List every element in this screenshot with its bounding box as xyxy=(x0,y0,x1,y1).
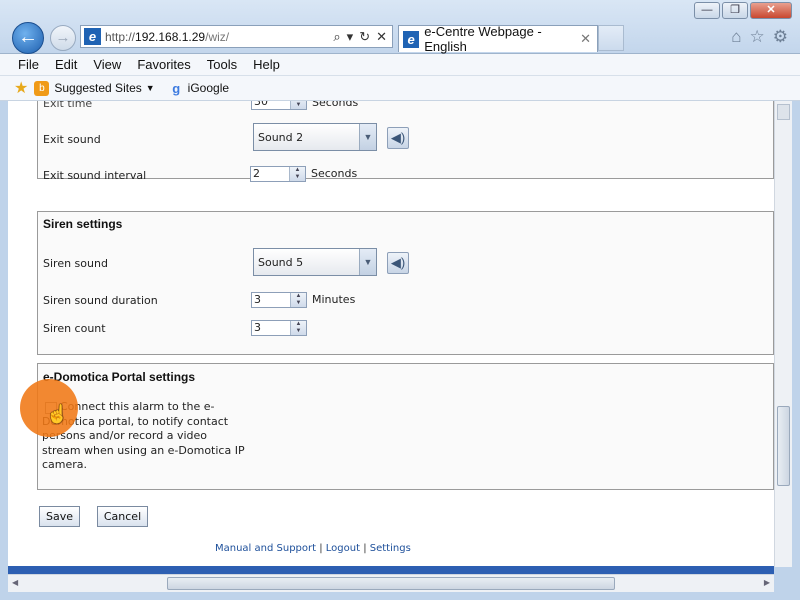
logout-link[interactable]: Logout xyxy=(326,543,360,554)
siren-sound-select[interactable]: Sound 5 ▼ xyxy=(253,248,377,276)
back-button[interactable]: ← xyxy=(12,22,44,54)
siren-duration-value: 3 xyxy=(254,293,261,306)
exit-sound-value: Sound 2 xyxy=(258,130,304,144)
cancel-button[interactable]: Cancel xyxy=(97,506,148,527)
refresh-icon[interactable]: ↻ xyxy=(359,29,370,45)
exit-settings-section: Exit time 30 ▲▼ Seconds Exit sound Sound… xyxy=(37,101,774,182)
close-window-button[interactable]: ✕ xyxy=(750,2,792,19)
siren-duration-label: Siren sound duration xyxy=(43,294,158,307)
hand-cursor-icon: ☝ xyxy=(46,404,69,424)
save-button[interactable]: Save xyxy=(39,506,80,527)
siren-sound-value: Sound 5 xyxy=(258,255,304,269)
ie-tab-icon: e xyxy=(403,30,420,48)
vertical-scroll-thumb[interactable] xyxy=(777,406,790,486)
footer-links: Manual and Support | Logout | Settings xyxy=(215,543,411,554)
exit-sound-play-button[interactable]: ◀) xyxy=(387,127,409,149)
back-arrow-icon: ← xyxy=(18,26,38,48)
tab-ecentre[interactable]: e e-Centre Webpage - English ✕ xyxy=(398,24,598,54)
siren-count-label: Siren count xyxy=(43,322,106,335)
footer-separator: | xyxy=(360,543,370,554)
google-icon: g xyxy=(172,80,181,96)
dropdown-icon[interactable]: ▾ xyxy=(347,29,354,45)
browser-titlebar: — ❐ ✕ ← → e http:// 192.168.1.29 /wiz/ ⌕… xyxy=(0,0,800,54)
url-host: 192.168.1.29 xyxy=(135,29,206,44)
siren-sound-label: Siren sound xyxy=(43,257,108,270)
url-path: /wiz/ xyxy=(205,29,230,44)
add-favorite-star-icon[interactable]: ★ xyxy=(14,78,28,98)
suggested-sites-label: Suggested Sites xyxy=(54,81,142,95)
portal-settings-section: e-Domotica Portal settings Connect this … xyxy=(37,363,774,490)
igoogle-link[interactable]: g iGoogle xyxy=(169,81,229,96)
stepper-arrows-icon[interactable]: ▲▼ xyxy=(290,321,306,335)
siren-count-stepper[interactable]: 3 ▲ ▼ xyxy=(251,320,307,336)
speaker-icon: ◀) xyxy=(390,255,406,270)
siren-count-value: 3 xyxy=(254,321,261,334)
forward-button[interactable]: → xyxy=(50,25,76,51)
ie-page-icon: e xyxy=(84,28,101,45)
siren-duration-stepper[interactable]: 3 ▲ ▼ xyxy=(251,292,307,308)
siren-sound-play-button[interactable]: ◀) xyxy=(387,252,409,274)
chevron-down-icon: ▼ xyxy=(145,83,155,93)
search-icon[interactable]: ⌕ xyxy=(333,29,340,45)
siren-duration-unit: Minutes xyxy=(312,293,356,306)
page-viewport: Exit time 30 ▲▼ Seconds Exit sound Sound… xyxy=(8,101,792,567)
gear-icon[interactable]: ⚙ xyxy=(773,27,788,47)
horizontal-scroll-thumb[interactable] xyxy=(167,577,615,590)
siren-settings-title: Siren settings xyxy=(43,217,123,231)
igoogle-label: iGoogle xyxy=(187,81,230,95)
window-controls: — ❐ ✕ xyxy=(694,2,792,19)
new-tab-button[interactable] xyxy=(598,25,624,51)
favorites-bar: ★ b Suggested Sites ▼ g iGoogle xyxy=(0,76,800,101)
chevron-down-icon: ▼ xyxy=(359,124,376,150)
maximize-button[interactable]: ❐ xyxy=(722,2,748,19)
favorites-star-icon[interactable]: ☆ xyxy=(750,27,765,47)
browser-toolbar-icons: ⌂ ☆ ⚙ xyxy=(731,27,788,47)
menu-favorites[interactable]: Favorites xyxy=(137,57,190,72)
home-icon[interactable]: ⌂ xyxy=(731,27,741,47)
footer-separator: | xyxy=(316,543,326,554)
stepper-arrows-icon[interactable]: ▲▼ xyxy=(290,101,306,109)
siren-settings-section: Siren settings Siren sound Sound 5 ▼ ◀) … xyxy=(37,211,774,355)
address-bar-actions: ⌕ ▾ ↻ ✕ xyxy=(333,29,392,45)
chevron-down-icon: ▼ xyxy=(359,249,376,275)
exit-sound-interval-stepper[interactable]: 2 ▲ ▼ xyxy=(250,166,306,182)
exit-sound-select[interactable]: Sound 2 ▼ xyxy=(253,123,377,151)
exit-time-stepper[interactable]: 30 ▲▼ xyxy=(251,101,307,110)
portal-settings-title: e-Domotica Portal settings xyxy=(43,370,196,384)
exit-sound-interval-unit: Seconds xyxy=(311,167,358,180)
stepper-arrows-icon[interactable]: ▲▼ xyxy=(290,293,306,307)
exit-time-value: 30 xyxy=(254,101,268,108)
suggested-sites-icon: b xyxy=(34,80,50,96)
menu-edit[interactable]: Edit xyxy=(55,57,77,72)
speaker-icon: ◀) xyxy=(390,130,406,145)
url-scheme: http:// xyxy=(105,29,136,44)
page-footer-band xyxy=(8,566,774,574)
horizontal-scrollbar[interactable]: ◀ ▶ xyxy=(8,574,774,592)
minimize-button[interactable]: — xyxy=(694,2,720,19)
menu-file[interactable]: File xyxy=(18,57,39,72)
exit-sound-interval-value: 2 xyxy=(253,167,260,180)
scroll-left-icon[interactable]: ◀ xyxy=(12,578,18,587)
forward-arrow-icon: → xyxy=(55,29,71,46)
address-bar[interactable]: e http:// 192.168.1.29 /wiz/ ⌕ ▾ ↻ ✕ xyxy=(80,25,393,48)
exit-time-unit: Seconds xyxy=(312,101,359,109)
scroll-right-icon[interactable]: ▶ xyxy=(764,578,770,587)
menu-tools[interactable]: Tools xyxy=(207,57,237,72)
vertical-scrollbar[interactable] xyxy=(774,101,792,567)
suggested-sites-link[interactable]: b Suggested Sites ▼ xyxy=(34,80,155,96)
tab-title: e-Centre Webpage - English xyxy=(424,24,542,54)
settings-link[interactable]: Settings xyxy=(370,543,411,554)
stepper-arrows-icon[interactable]: ▲▼ xyxy=(289,167,305,181)
menu-view[interactable]: View xyxy=(93,57,121,72)
exit-sound-label: Exit sound xyxy=(43,133,101,146)
menu-bar: File Edit View Favorites Tools Help xyxy=(0,54,800,76)
manual-support-link[interactable]: Manual and Support xyxy=(215,543,316,554)
scroll-up-button[interactable] xyxy=(777,104,790,120)
tab-close-icon[interactable]: ✕ xyxy=(580,31,591,47)
stop-icon[interactable]: ✕ xyxy=(376,29,387,45)
exit-sound-interval-label: Exit sound interval xyxy=(43,169,147,182)
exit-time-label: Exit time xyxy=(43,101,93,110)
menu-help[interactable]: Help xyxy=(253,57,280,72)
